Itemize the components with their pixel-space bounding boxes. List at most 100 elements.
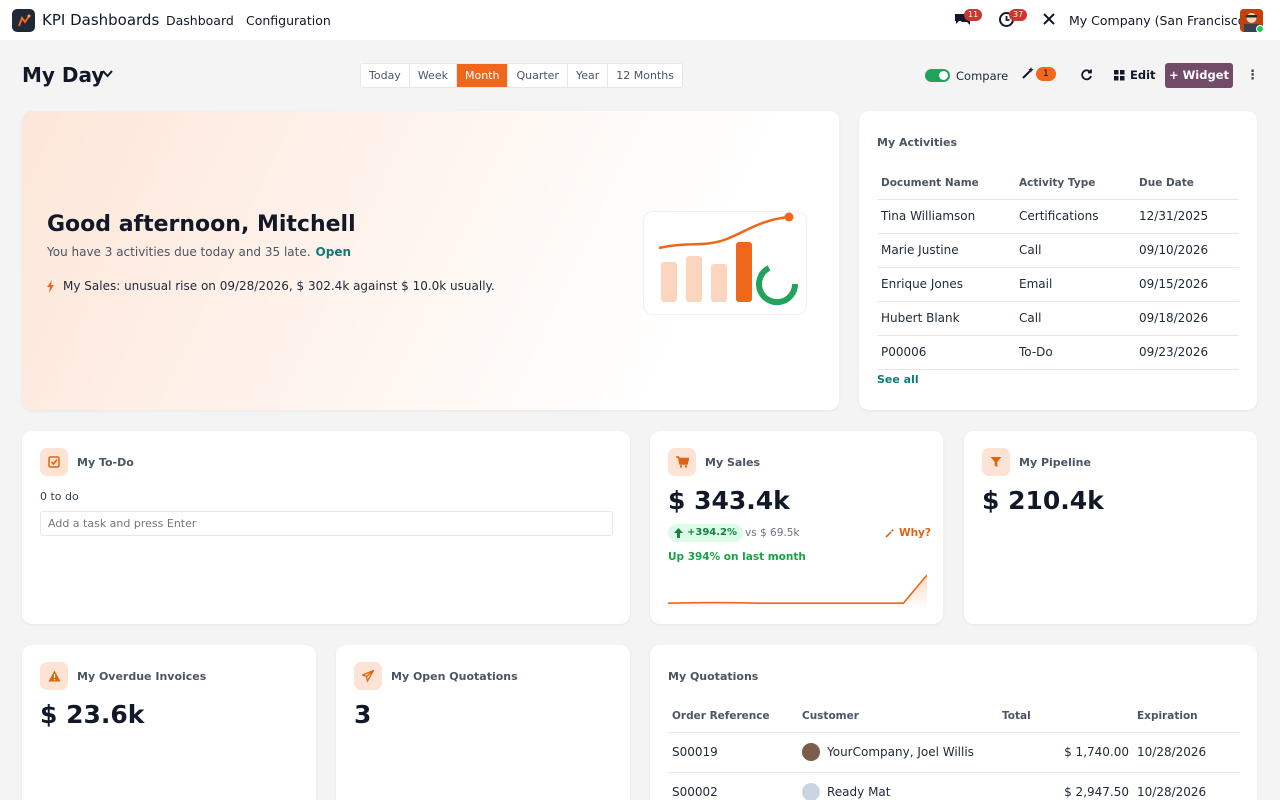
activity-row[interactable]: Marie Justine Call 09/10/2026 [877,233,1239,268]
activities-card: My Activities Document Name Activity Typ… [859,111,1257,410]
overdue-invoices-card[interactable]: My Overdue Invoices $ 23.6k [22,645,316,800]
activity-due-date: 09/10/2026 [1135,233,1239,268]
activity-document: Enrique Jones [877,267,1015,302]
lightning-icon [47,279,54,293]
col-due-date[interactable]: Due Date [1135,167,1239,200]
magic-wand-icon[interactable] [1021,66,1035,80]
quotations-table: Order Reference Customer Total Expiratio… [668,700,1240,800]
open-quotations-value: 3 [354,700,372,729]
customer-name: YourCompany, Joel Willis [827,745,974,759]
col-customer[interactable]: Customer [798,700,998,733]
edit-label: Edit [1130,68,1156,82]
order-reference: S00002 [668,772,798,800]
col-total[interactable]: Total [998,700,1133,733]
activities-title: My Activities [877,136,957,149]
compare-toggle[interactable] [925,69,950,82]
send-icon [354,662,382,690]
chevron-down-icon[interactable] [101,69,114,79]
col-activity-type[interactable]: Activity Type [1015,167,1135,200]
dashboard-title[interactable]: My Day [22,63,104,87]
messages-count-badge: 11 [964,9,983,21]
col-expiration[interactable]: Expiration [1133,700,1240,733]
edit-button[interactable]: Edit [1114,68,1156,82]
customer-cell: YourCompany, Joel Willis [798,732,998,773]
insight-text[interactable]: My Sales: unusual rise on 09/28/2026, $ … [63,279,495,293]
activity-due-date: 09/23/2026 [1135,335,1239,370]
insight-line: My Sales: unusual rise on 09/28/2026, $ … [47,279,495,293]
activity-due-date: 12/31/2025 [1135,199,1239,234]
sales-title: My Sales [705,456,761,469]
debug-tools-button[interactable] [1041,11,1057,31]
quotation-row[interactable]: S00019 YourCompany, Joel Willis $ 1,740.00… [668,732,1240,773]
app-logo-icon[interactable] [12,9,35,32]
period-12-months[interactable]: 12 Months [608,64,682,87]
filter-icon [982,448,1010,476]
sales-delta-badge: +394.2% [668,524,744,542]
quotations-title: My Quotations [668,670,759,683]
activities-button[interactable]: 37 [998,9,1028,32]
period-today[interactable]: Today [361,64,410,87]
magic-wand-icon [885,528,895,538]
checkbox-icon [40,448,68,476]
why-button[interactable]: Why? [885,527,931,539]
order-total: $ 2,947.50 [998,772,1133,800]
sparkline-line [668,574,927,604]
activity-row[interactable]: Tina Williamson Certifications 12/31/2025 [877,199,1239,234]
order-expiration: 10/28/2026 [1133,732,1240,773]
quotations-card: My Quotations Order Reference Customer T… [650,645,1257,800]
period-week[interactable]: Week [410,64,457,87]
customer-avatar [802,743,820,761]
activity-due-date: 09/18/2026 [1135,301,1239,336]
order-total: $ 1,740.00 [998,732,1133,773]
open-quotations-title: My Open Quotations [391,670,518,683]
todo-title: My To-Do [77,456,134,469]
period-month[interactable]: Month [456,64,509,87]
online-status-dot [1256,25,1264,33]
todo-card: My To-Do 0 to do [22,431,630,624]
activity-document: Hubert Blank [877,301,1015,336]
why-label: Why? [899,527,931,539]
activity-type: Call [1015,233,1135,268]
overdue-title: My Overdue Invoices [77,670,207,683]
activities-summary: You have 3 activities due today and 35 l… [47,245,311,259]
more-options-icon[interactable]: ⋮ [1246,68,1259,83]
period-year[interactable]: Year [568,64,609,87]
see-all-link[interactable]: See all [877,373,919,386]
overdue-value: $ 23.6k [40,700,145,729]
sales-card[interactable]: My Sales $ 343.4k +394.2% vs $ 69.5k Why… [650,431,943,624]
quotation-row[interactable]: S00002 Ready Mat $ 2,947.50 10/28/2026 [668,772,1240,800]
pipeline-value: $ 210.4k [982,486,1104,515]
activity-row[interactable]: P00006 To-Do 09/23/2026 [877,335,1239,370]
menu-dashboard[interactable]: Dashboard [166,13,234,28]
add-task-input[interactable] [40,511,613,536]
refresh-icon[interactable] [1080,68,1093,81]
messages-button[interactable]: 11 [953,9,983,32]
company-switcher[interactable]: My Company (San Francisco) [1069,13,1250,28]
period-quarter[interactable]: Quarter [508,64,568,87]
sales-sparkline [668,574,927,609]
greeting-title: Good afternoon, Mitchell [47,212,356,237]
app-title[interactable]: KPI Dashboards [42,11,159,29]
add-widget-button[interactable]: + Widget [1165,63,1233,88]
menu-configuration[interactable]: Configuration [246,13,331,28]
insights-count-badge[interactable]: 1 [1036,67,1056,81]
customer: Ready Mat [802,783,994,800]
customer-name: Ready Mat [827,785,891,799]
activity-row[interactable]: Enrique Jones Email 09/15/2026 [877,267,1239,302]
activity-document: P00006 [877,335,1015,370]
open-quotations-card[interactable]: My Open Quotations 3 [336,645,630,800]
activity-type: To-Do [1015,335,1135,370]
activity-row[interactable]: Hubert Blank Call 09/18/2026 [877,301,1239,336]
open-activities-link[interactable]: Open [316,245,351,259]
activity-type: Call [1015,301,1135,336]
col-document-name[interactable]: Document Name [877,167,1015,200]
col-order-reference[interactable]: Order Reference [668,700,798,733]
activity-type: Certifications [1015,199,1135,234]
top-navbar: KPI Dashboards Dashboard Configuration 1… [0,0,1280,40]
activity-due-date: 09/15/2026 [1135,267,1239,302]
toggle-knob [939,71,948,80]
order-expiration: 10/28/2026 [1133,772,1240,800]
customer-avatar [802,783,820,800]
pipeline-card[interactable]: My Pipeline $ 210.4k [964,431,1257,624]
sales-value: $ 343.4k [668,486,790,515]
